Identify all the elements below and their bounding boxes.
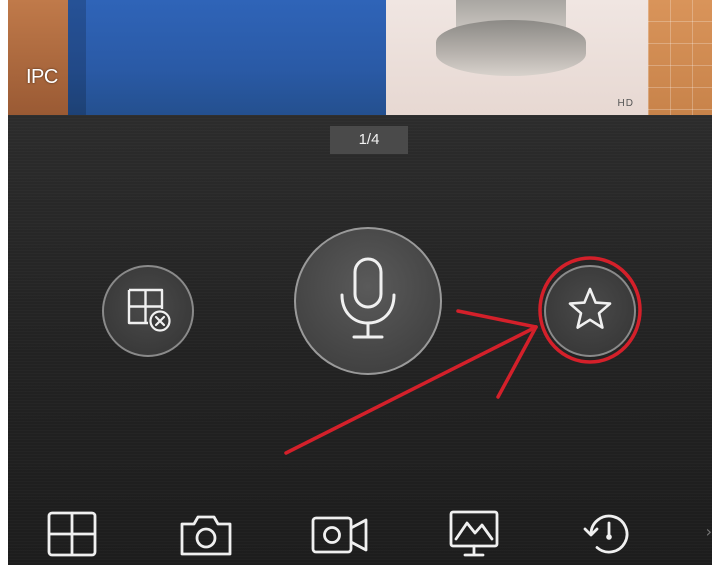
image-quality-icon [447,509,501,559]
image-quality-button[interactable] [446,508,502,560]
app-frame: HD IPC 1/4 › [8,0,712,565]
camera-icon [178,510,234,558]
snapshot-button[interactable] [178,508,234,560]
playback-icon [581,509,635,559]
video-scene-stand [436,20,586,76]
annotation-arrow-head-upper [456,309,538,329]
annotation-arrow-head-lower [496,325,538,399]
split-screen-button[interactable] [44,508,100,560]
video-scene-box: HD [386,0,648,115]
talk-button[interactable] [294,227,442,375]
video-preview[interactable]: HD IPC [8,0,712,115]
video-scene-blue-panel [68,0,386,115]
record-button[interactable] [310,508,370,560]
bottom-toolbar: › [8,500,712,565]
video-record-icon [310,510,370,558]
microphone-icon [328,253,408,350]
video-hd-watermark: HD [617,98,634,109]
page-indicator: 1/4 [330,126,408,154]
grid-close-icon [120,281,176,342]
control-panel: 1/4 › [8,115,712,565]
video-scene-wall [8,0,68,115]
split-screen-icon [46,510,98,558]
channel-label: IPC [26,66,58,88]
star-icon [565,284,615,339]
playback-button[interactable] [580,508,636,560]
more-tools-chevron[interactable]: › [706,522,712,541]
favorite-button[interactable] [544,265,636,357]
close-window-button[interactable] [102,265,194,357]
video-scene-floor [648,0,712,115]
